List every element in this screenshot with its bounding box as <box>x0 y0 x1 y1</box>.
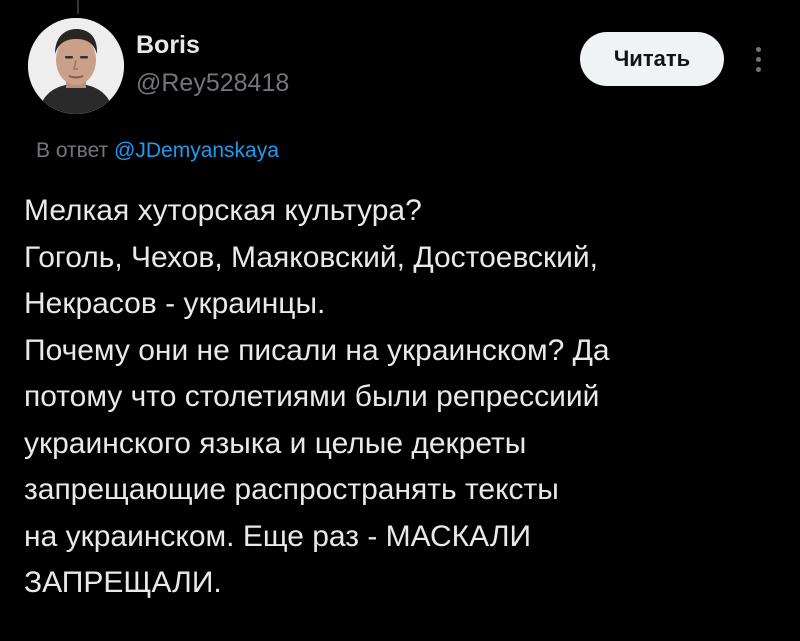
reply-mention-link[interactable]: @JDemyanskaya <box>114 139 279 162</box>
more-dot-icon <box>755 46 761 52</box>
tweet-line: потому что столетиями были репрессиий <box>24 380 600 413</box>
tweet-line: запрещающие распространять тексты <box>24 473 559 506</box>
tweet-line: Почему они не писали на украинском? Да <box>24 333 610 367</box>
avatar-portrait-icon <box>28 18 124 114</box>
reply-prefix: В ответ <box>36 139 109 162</box>
user-handle[interactable]: @Rey528418 <box>136 68 289 98</box>
avatar[interactable] <box>28 18 124 114</box>
reply-context: В ответ @JDemyanskaya <box>36 138 279 164</box>
display-name[interactable]: Boris <box>136 30 289 60</box>
tweet-line: на украинском. Еще раз - МАСКАЛИ <box>24 519 532 553</box>
tweet-line: украинского языка и целые декреты <box>24 426 527 460</box>
tweet-line: Мелкая хуторская культура? <box>24 194 422 227</box>
tweet-text: Мелкая хуторская культура? Гоголь, Чехов… <box>24 188 784 607</box>
more-dot-icon <box>755 56 761 62</box>
more-dot-icon <box>755 66 761 72</box>
more-options-icon[interactable] <box>743 38 773 80</box>
follow-button[interactable]: Читать <box>580 32 724 86</box>
thread-connector-line <box>77 0 79 14</box>
user-info: Boris @Rey528418 <box>136 30 289 98</box>
tweet-line: Некрасов - украинцы. <box>24 287 326 320</box>
tweet-line: ЗАПРЕЩАЛИ. <box>24 566 222 599</box>
tweet-line: Гоголь, Чехов, Маяковский, Достоевский, <box>24 240 599 274</box>
